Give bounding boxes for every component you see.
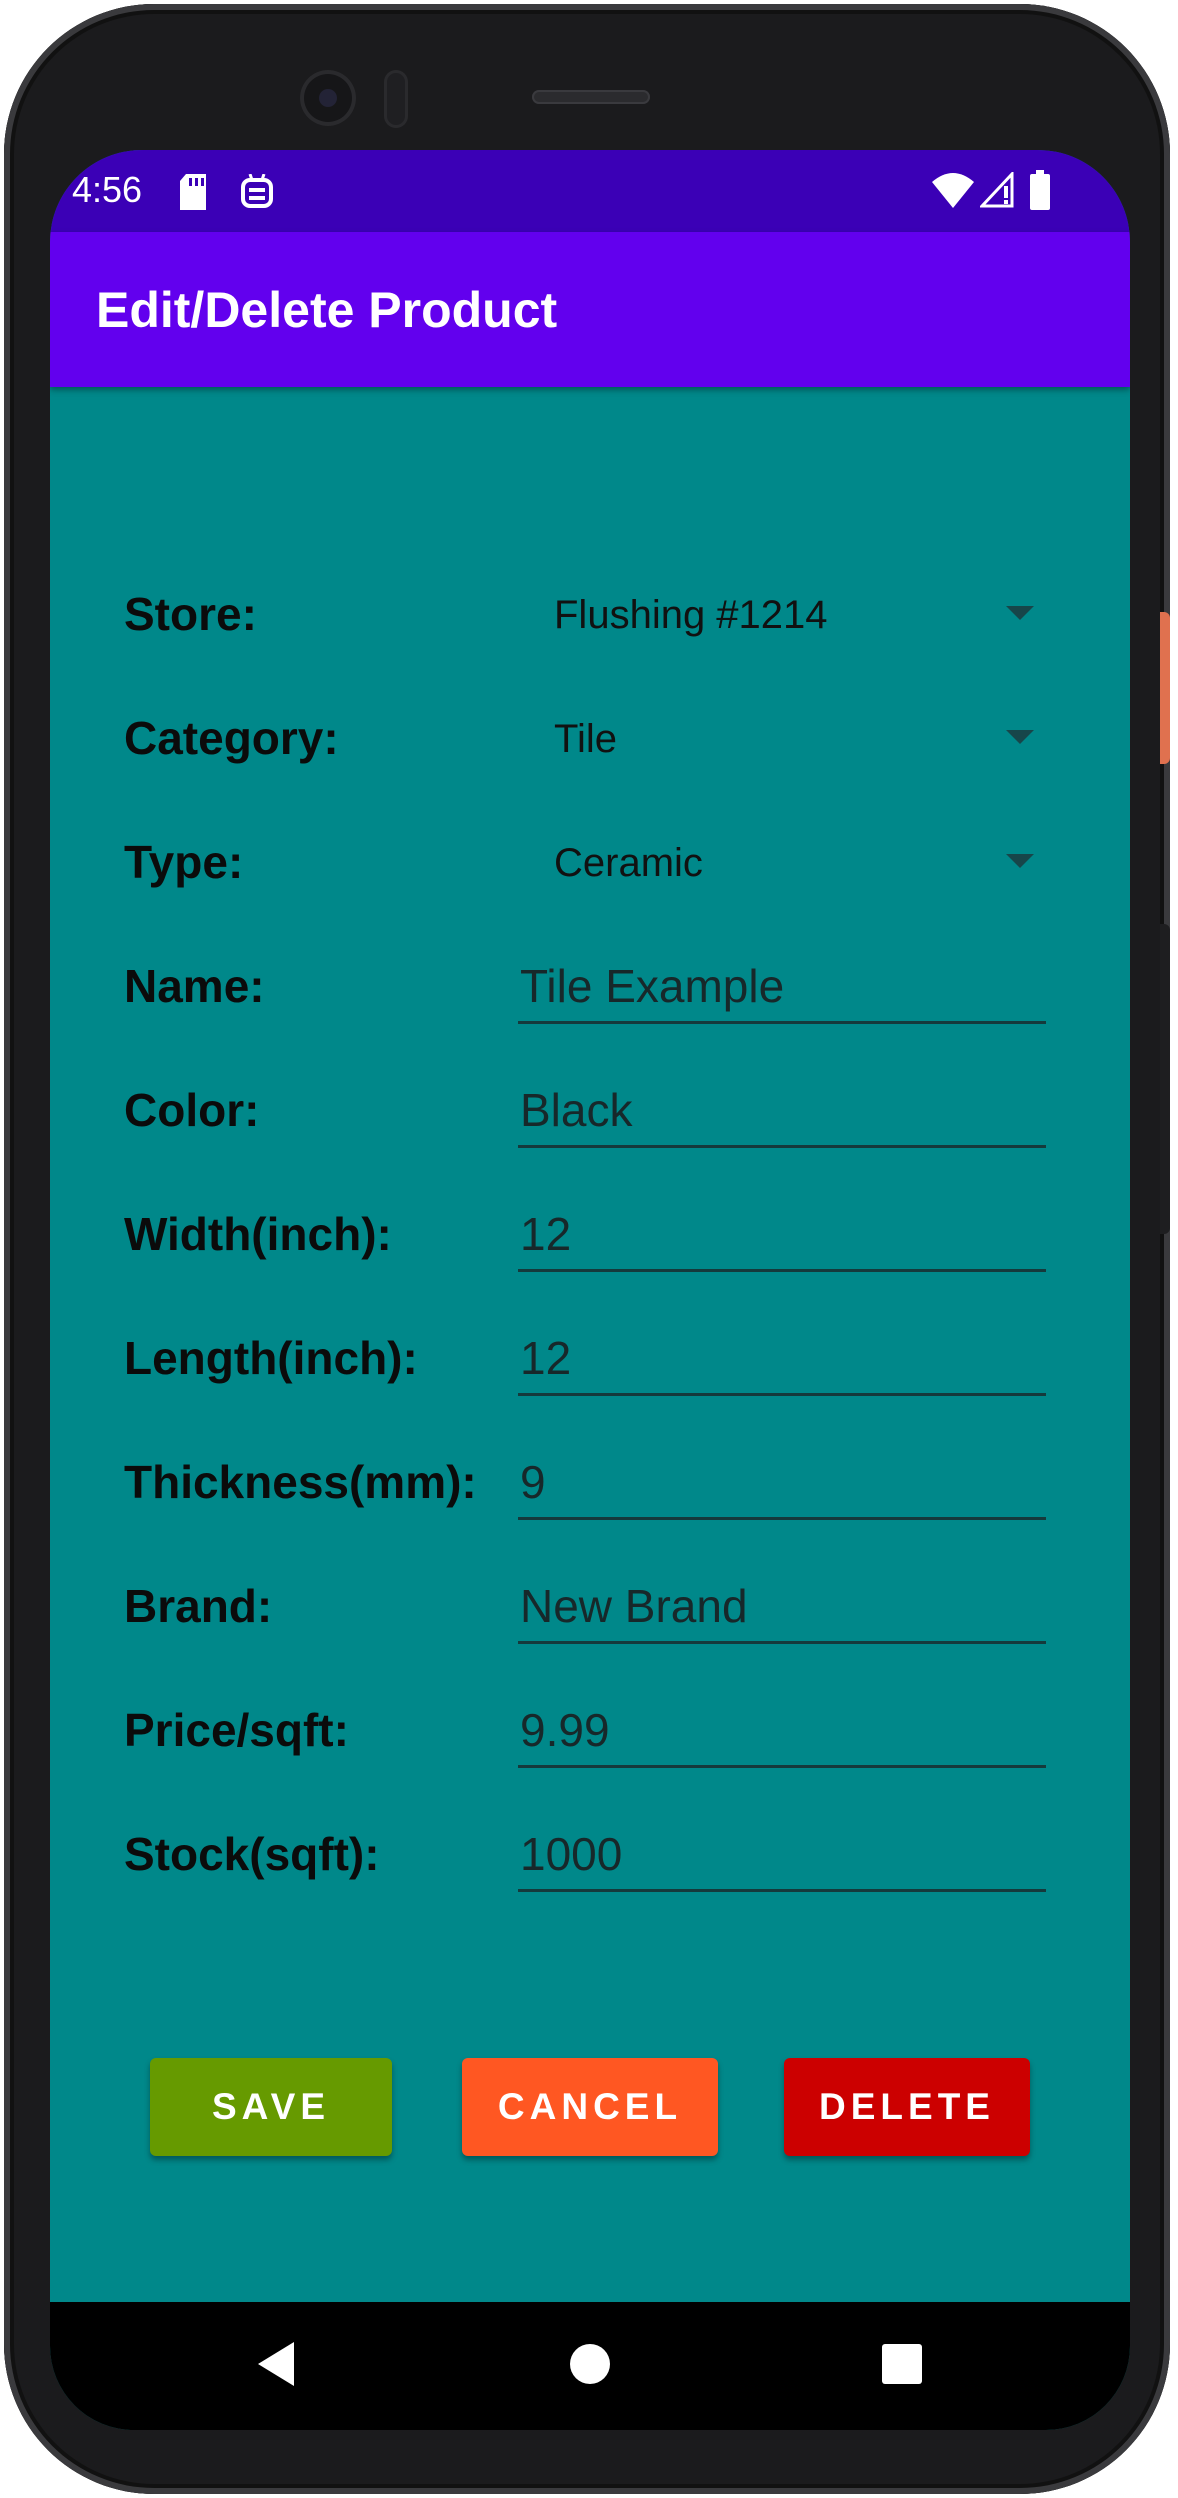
proximity-sensor <box>384 70 408 128</box>
width-field[interactable]: 12 <box>518 1192 1046 1272</box>
category-row: Category: Tile <box>50 696 1130 776</box>
length-row: Length(inch): 12 <box>50 1316 1130 1396</box>
stock-field[interactable]: 1000 <box>518 1812 1046 1892</box>
screen: 4:56 Edit/Delete Product Store: Flushing… <box>50 150 1130 2430</box>
store-dropdown-value: Flushing #1214 <box>554 593 828 637</box>
brand-field-value: New Brand <box>520 1580 748 1632</box>
status-time: 4:56 <box>72 169 143 210</box>
thickness-label: Thickness(mm): <box>124 1456 477 1508</box>
type-dropdown[interactable]: Ceramic <box>518 820 1074 900</box>
width-row: Width(inch): 12 <box>50 1192 1130 1272</box>
stock-field-value: 1000 <box>520 1828 623 1880</box>
name-label: Name: <box>124 960 265 1012</box>
name-field[interactable]: Tile Example <box>518 944 1046 1024</box>
thickness-field[interactable]: 9 <box>518 1440 1046 1520</box>
save-button[interactable]: SAVE <box>150 2058 392 2156</box>
category-dropdown-value: Tile <box>554 717 617 761</box>
battery-icon <box>1030 170 1050 215</box>
wifi-icon <box>932 172 974 213</box>
color-label: Color: <box>124 1084 260 1136</box>
chevron-down-icon <box>1006 606 1034 620</box>
phone-frame: 4:56 Edit/Delete Product Store: Flushing… <box>4 4 1170 2494</box>
store-label: Store: <box>124 588 257 640</box>
front-camera <box>300 70 356 126</box>
thickness-field-value: 9 <box>520 1456 546 1508</box>
width-label: Width(inch): <box>124 1208 392 1260</box>
thickness-row: Thickness(mm): 9 <box>50 1440 1130 1520</box>
length-field[interactable]: 12 <box>518 1316 1046 1396</box>
page-title: Edit/Delete Product <box>96 282 558 338</box>
chevron-down-icon <box>1006 730 1034 744</box>
navigation-bar <box>50 2302 1130 2430</box>
type-row: Type: Ceramic <box>50 820 1130 900</box>
price-field-value: 9.99 <box>520 1704 610 1756</box>
store-dropdown[interactable]: Flushing #1214 <box>518 572 1074 652</box>
stock-label: Stock(sqft): <box>124 1828 380 1880</box>
brand-row: Brand: New Brand <box>50 1564 1130 1644</box>
name-row: Name: Tile Example <box>50 944 1130 1024</box>
brand-field[interactable]: New Brand <box>518 1564 1046 1644</box>
brand-label: Brand: <box>124 1580 273 1632</box>
cancel-button[interactable]: CANCEL <box>462 2058 718 2156</box>
type-label: Type: <box>124 836 244 888</box>
volume-button <box>1160 924 1170 1234</box>
color-row: Color: Black <box>50 1068 1130 1148</box>
status-bar: 4:56 <box>50 150 1130 232</box>
length-label: Length(inch): <box>124 1332 418 1384</box>
price-label: Price/sqft: <box>124 1704 349 1756</box>
price-row: Price/sqft: 9.99 <box>50 1688 1130 1768</box>
length-field-value: 12 <box>520 1332 572 1384</box>
price-field[interactable]: 9.99 <box>518 1688 1046 1768</box>
category-label: Category: <box>124 712 339 764</box>
cell-signal-icon <box>978 170 1014 213</box>
category-dropdown[interactable]: Tile <box>518 696 1074 776</box>
earpiece-speaker <box>532 90 650 104</box>
app-bar: Edit/Delete Product <box>50 232 1130 387</box>
chevron-down-icon <box>1006 854 1034 868</box>
type-dropdown-value: Ceramic <box>554 841 703 885</box>
width-field-value: 12 <box>520 1208 572 1260</box>
stock-row: Stock(sqft): 1000 <box>50 1812 1130 1892</box>
color-field-value: Black <box>520 1084 633 1136</box>
color-field[interactable]: Black <box>518 1068 1046 1148</box>
sd-card-icon <box>178 174 208 215</box>
home-icon[interactable] <box>570 2344 610 2384</box>
delete-button[interactable]: DELETE <box>784 2058 1030 2156</box>
store-row: Store: Flushing #1214 <box>50 572 1130 652</box>
back-icon[interactable] <box>258 2342 294 2386</box>
robot-notification-icon <box>240 173 274 215</box>
power-button <box>1160 612 1170 764</box>
name-field-value: Tile Example <box>520 960 785 1012</box>
recent-apps-icon[interactable] <box>882 2344 922 2384</box>
